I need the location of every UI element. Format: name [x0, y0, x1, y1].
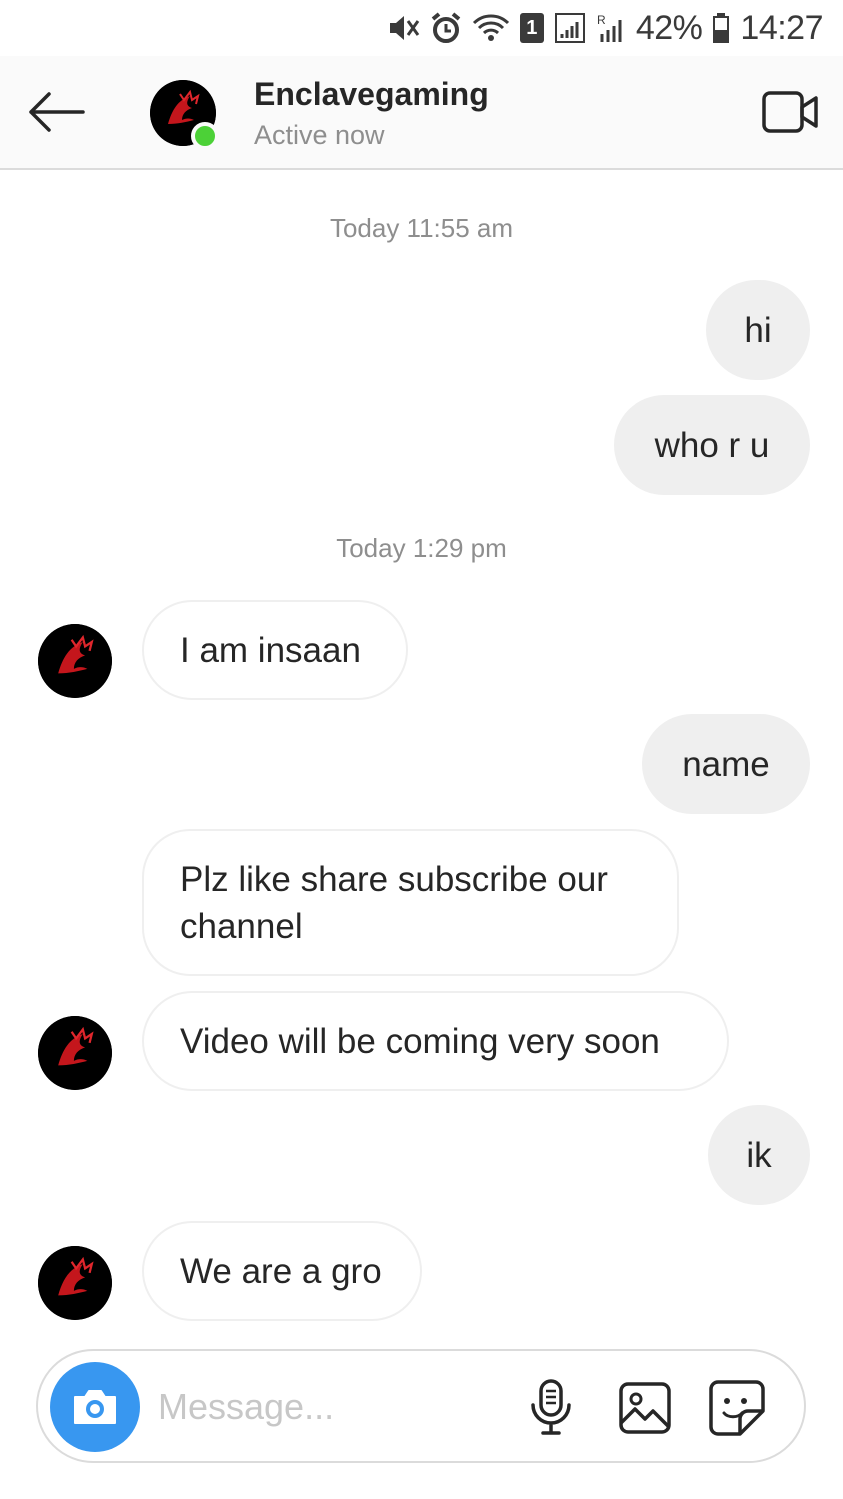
message-bubble-sent[interactable]: hi: [706, 280, 810, 380]
sender-avatar[interactable]: [38, 624, 112, 698]
sender-avatar[interactable]: [38, 1016, 112, 1090]
message-bubble-sent[interactable]: ik: [708, 1105, 810, 1205]
message-input[interactable]: [158, 1381, 498, 1433]
message-bubble-sent[interactable]: name: [642, 714, 810, 814]
message-bubble-received[interactable]: We are a gro: [142, 1221, 422, 1321]
microphone-button[interactable]: [522, 1379, 580, 1437]
status-time: 14:27: [740, 8, 823, 47]
signal-icon: [554, 12, 586, 44]
mute-vibrate-icon: [386, 13, 420, 43]
video-call-icon: [762, 91, 818, 133]
contact-name[interactable]: Enclavegaming: [254, 76, 489, 113]
gallery-icon: [619, 1382, 671, 1434]
status-icons: 1 R 42% 14:27: [386, 8, 823, 48]
timestamp: Today 1:29 pm: [336, 533, 507, 563]
battery-percent: 42%: [635, 8, 703, 47]
status-bar: 1 R 42% 14:27: [0, 0, 843, 56]
sim-badge-icon: 1: [519, 13, 544, 43]
back-arrow-icon: [29, 92, 85, 132]
sender-avatar[interactable]: [38, 1246, 112, 1320]
sticker-button[interactable]: [708, 1379, 766, 1437]
dragon-avatar-icon: [38, 1016, 112, 1090]
online-indicator: [191, 122, 219, 150]
chat-header: Enclavegaming Active now: [0, 56, 843, 170]
message-bubble-received[interactable]: Plz like share subscribe our channel: [142, 829, 679, 976]
message-composer: [36, 1349, 806, 1463]
alarm-icon: [430, 12, 462, 44]
message-bubble-received[interactable]: I am insaan: [142, 600, 408, 700]
message-bubble-received[interactable]: Video will be coming very soon: [142, 991, 729, 1091]
timestamp: Today 11:55 am: [329, 213, 514, 243]
sticker-icon: [709, 1380, 765, 1436]
roaming-signal-icon: R: [596, 12, 626, 44]
camera-button[interactable]: [50, 1362, 140, 1452]
svg-text:R: R: [597, 13, 606, 27]
message-bubble-sent[interactable]: who r u: [614, 395, 810, 495]
video-call-button[interactable]: [761, 86, 821, 138]
contact-status: Active now: [254, 120, 385, 150]
wifi-icon: [472, 13, 510, 43]
microphone-icon: [531, 1379, 571, 1435]
camera-icon: [74, 1390, 116, 1424]
dragon-avatar-icon: [38, 1246, 112, 1320]
battery-icon: [712, 12, 730, 44]
gallery-button[interactable]: [616, 1379, 674, 1437]
dragon-avatar-icon: [38, 624, 112, 698]
back-button[interactable]: [24, 86, 88, 138]
